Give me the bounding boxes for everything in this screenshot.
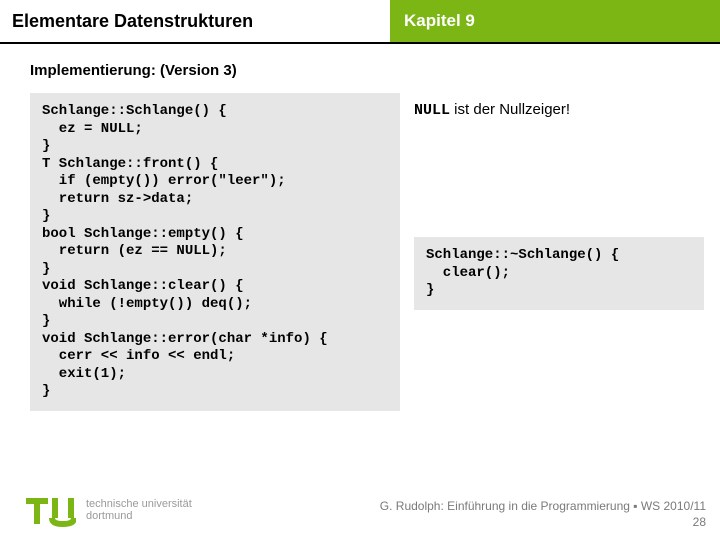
logo-text-line1: technische universität: [86, 498, 192, 510]
header-title-left: Elementare Datenstrukturen: [0, 0, 390, 42]
header-title-right: Kapitel 9: [390, 0, 720, 42]
code-block-destructor: Schlange::~Schlange() { clear(); }: [414, 237, 704, 310]
slide-header: Elementare Datenstrukturen Kapitel 9: [0, 0, 720, 42]
tu-dortmund-logo: technische universität dortmund: [24, 492, 192, 528]
code-block-main: Schlange::Schlange() { ez = NULL; } T Sc…: [30, 93, 400, 411]
null-note: NULL ist der Nullzeiger!: [414, 101, 704, 119]
slide: Elementare Datenstrukturen Kapitel 9 Imp…: [0, 0, 720, 540]
right-column: NULL ist der Nullzeiger! Schlange::~Schl…: [414, 93, 704, 411]
slide-body: Implementierung: (Version 3) Schlange::S…: [0, 44, 720, 411]
footer-page-number: 28: [380, 514, 706, 530]
footer-author-line: G. Rudolph: Einführung in die Programmie…: [380, 498, 706, 514]
logo-text-line2: dortmund: [86, 510, 192, 522]
content-columns: Schlange::Schlange() { ez = NULL; } T Sc…: [30, 93, 702, 411]
subtitle: Implementierung: (Version 3): [30, 62, 702, 79]
null-keyword: NULL: [414, 102, 450, 119]
tu-logo-icon: [24, 492, 76, 528]
logo-text: technische universität dortmund: [86, 498, 192, 522]
slide-footer: G. Rudolph: Einführung in die Programmie…: [380, 498, 706, 530]
null-note-text: ist der Nullzeiger!: [450, 101, 570, 118]
